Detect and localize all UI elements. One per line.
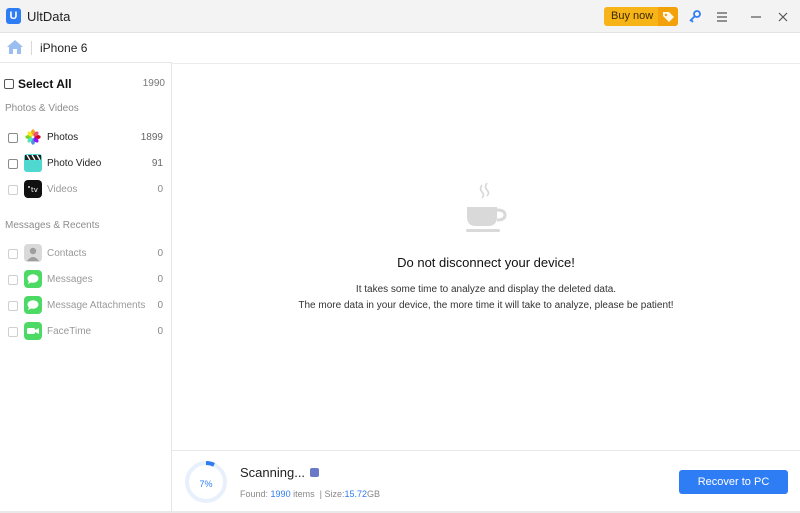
photo-video-count: 91 <box>151 158 163 169</box>
key-icon[interactable] <box>687 9 703 25</box>
contacts-count: 0 <box>157 248 163 259</box>
contacts-checkbox[interactable] <box>8 249 18 259</box>
coffee-cup-icon <box>464 181 508 242</box>
contacts-label: Contacts <box>47 248 87 259</box>
select-all-label: Select All <box>18 77 72 91</box>
price-tag-icon <box>658 7 678 26</box>
disconnect-warning-title: Do not disconnect your device! <box>397 255 575 270</box>
svg-text:tv: tv <box>31 186 38 194</box>
photo-video-icon <box>24 154 42 172</box>
buy-now-button[interactable]: Buy now <box>604 7 678 26</box>
videos-label: Videos <box>47 184 78 195</box>
facetime-count: 0 <box>157 326 163 337</box>
recover-to-pc-button[interactable]: Recover to PC <box>679 470 788 494</box>
photos-checkbox[interactable] <box>8 133 18 143</box>
scan-summary: Found: 1990 items | Size:15.72GB <box>240 489 381 499</box>
device-separator <box>31 41 32 55</box>
section-messages-recents: Messages & Recents <box>5 220 100 231</box>
sidebar-item-photo-video[interactable]: Photo Video 91 <box>0 153 171 175</box>
sidebar-item-videos[interactable]: tv Videos 0 <box>0 179 171 201</box>
minimize-icon[interactable] <box>748 9 764 25</box>
facetime-label: FaceTime <box>47 326 92 337</box>
select-all-count: 1990 <box>142 78 165 89</box>
videos-checkbox[interactable] <box>8 185 18 195</box>
sidebar-item-messages[interactable]: Messages 0 <box>0 269 171 291</box>
messages-icon <box>24 270 42 288</box>
progress-percent: 7% <box>199 479 213 489</box>
stop-scan-button[interactable] <box>310 468 319 477</box>
found-count: 1990 <box>270 489 291 499</box>
messages-checkbox[interactable] <box>8 275 18 285</box>
photo-video-checkbox[interactable] <box>8 159 18 169</box>
section-photos-videos: Photos & Videos <box>5 103 79 114</box>
main-panel: Do not disconnect your device! It takes … <box>172 64 800 450</box>
app-title: UltData <box>27 9 71 24</box>
sidebar-item-photos[interactable]: Photos 1899 <box>0 127 171 149</box>
scan-footer: 7% Scanning... Found: 1990 items | Size:… <box>172 450 800 511</box>
sidebar: Select All 1990 Photos & Videos Photos 1… <box>0 63 172 511</box>
facetime-icon <box>24 322 42 340</box>
device-bar: iPhone 6 <box>0 33 172 63</box>
device-name: iPhone 6 <box>40 41 88 55</box>
select-all[interactable]: Select All 1990 <box>4 77 169 91</box>
items-label: items <box>293 489 315 499</box>
message-attachments-label: Message Attachments <box>47 300 146 311</box>
menu-icon[interactable] <box>714 9 730 25</box>
apple-tv-icon: tv <box>24 180 42 198</box>
size-value: 15.72 <box>344 489 367 499</box>
videos-count: 0 <box>157 184 163 195</box>
contacts-icon <box>24 244 42 262</box>
messages-count: 0 <box>157 274 163 285</box>
title-bar: U UltData Buy now <box>0 0 800 33</box>
message-attachments-count: 0 <box>157 300 163 311</box>
size-label: Size: <box>324 489 345 499</box>
analyze-info-line-1: It takes some time to analyze and displa… <box>355 284 617 295</box>
message-attachments-checkbox[interactable] <box>8 301 18 311</box>
analyze-info-line-2: The more data in your device, the more t… <box>298 300 674 311</box>
photo-video-label: Photo Video <box>47 158 102 169</box>
messages-label: Messages <box>47 274 93 285</box>
sidebar-item-message-attachments[interactable]: Message Attachments 0 <box>0 295 171 317</box>
size-unit: GB <box>367 489 381 499</box>
app-logo: U <box>6 8 21 24</box>
sidebar-item-facetime[interactable]: FaceTime 0 <box>0 321 171 343</box>
photos-label: Photos <box>47 132 79 143</box>
message-attachments-icon <box>24 296 42 314</box>
home-icon[interactable] <box>6 39 24 60</box>
close-icon[interactable] <box>775 9 791 25</box>
buy-now-label: Buy now <box>611 10 654 22</box>
select-all-checkbox[interactable] <box>4 79 14 89</box>
scanning-status: Scanning... <box>240 465 306 480</box>
photos-count: 1899 <box>140 132 163 143</box>
found-label: Found: <box>240 489 269 499</box>
photos-icon <box>24 128 42 146</box>
sidebar-item-contacts[interactable]: Contacts 0 <box>0 243 171 265</box>
facetime-checkbox[interactable] <box>8 327 18 337</box>
